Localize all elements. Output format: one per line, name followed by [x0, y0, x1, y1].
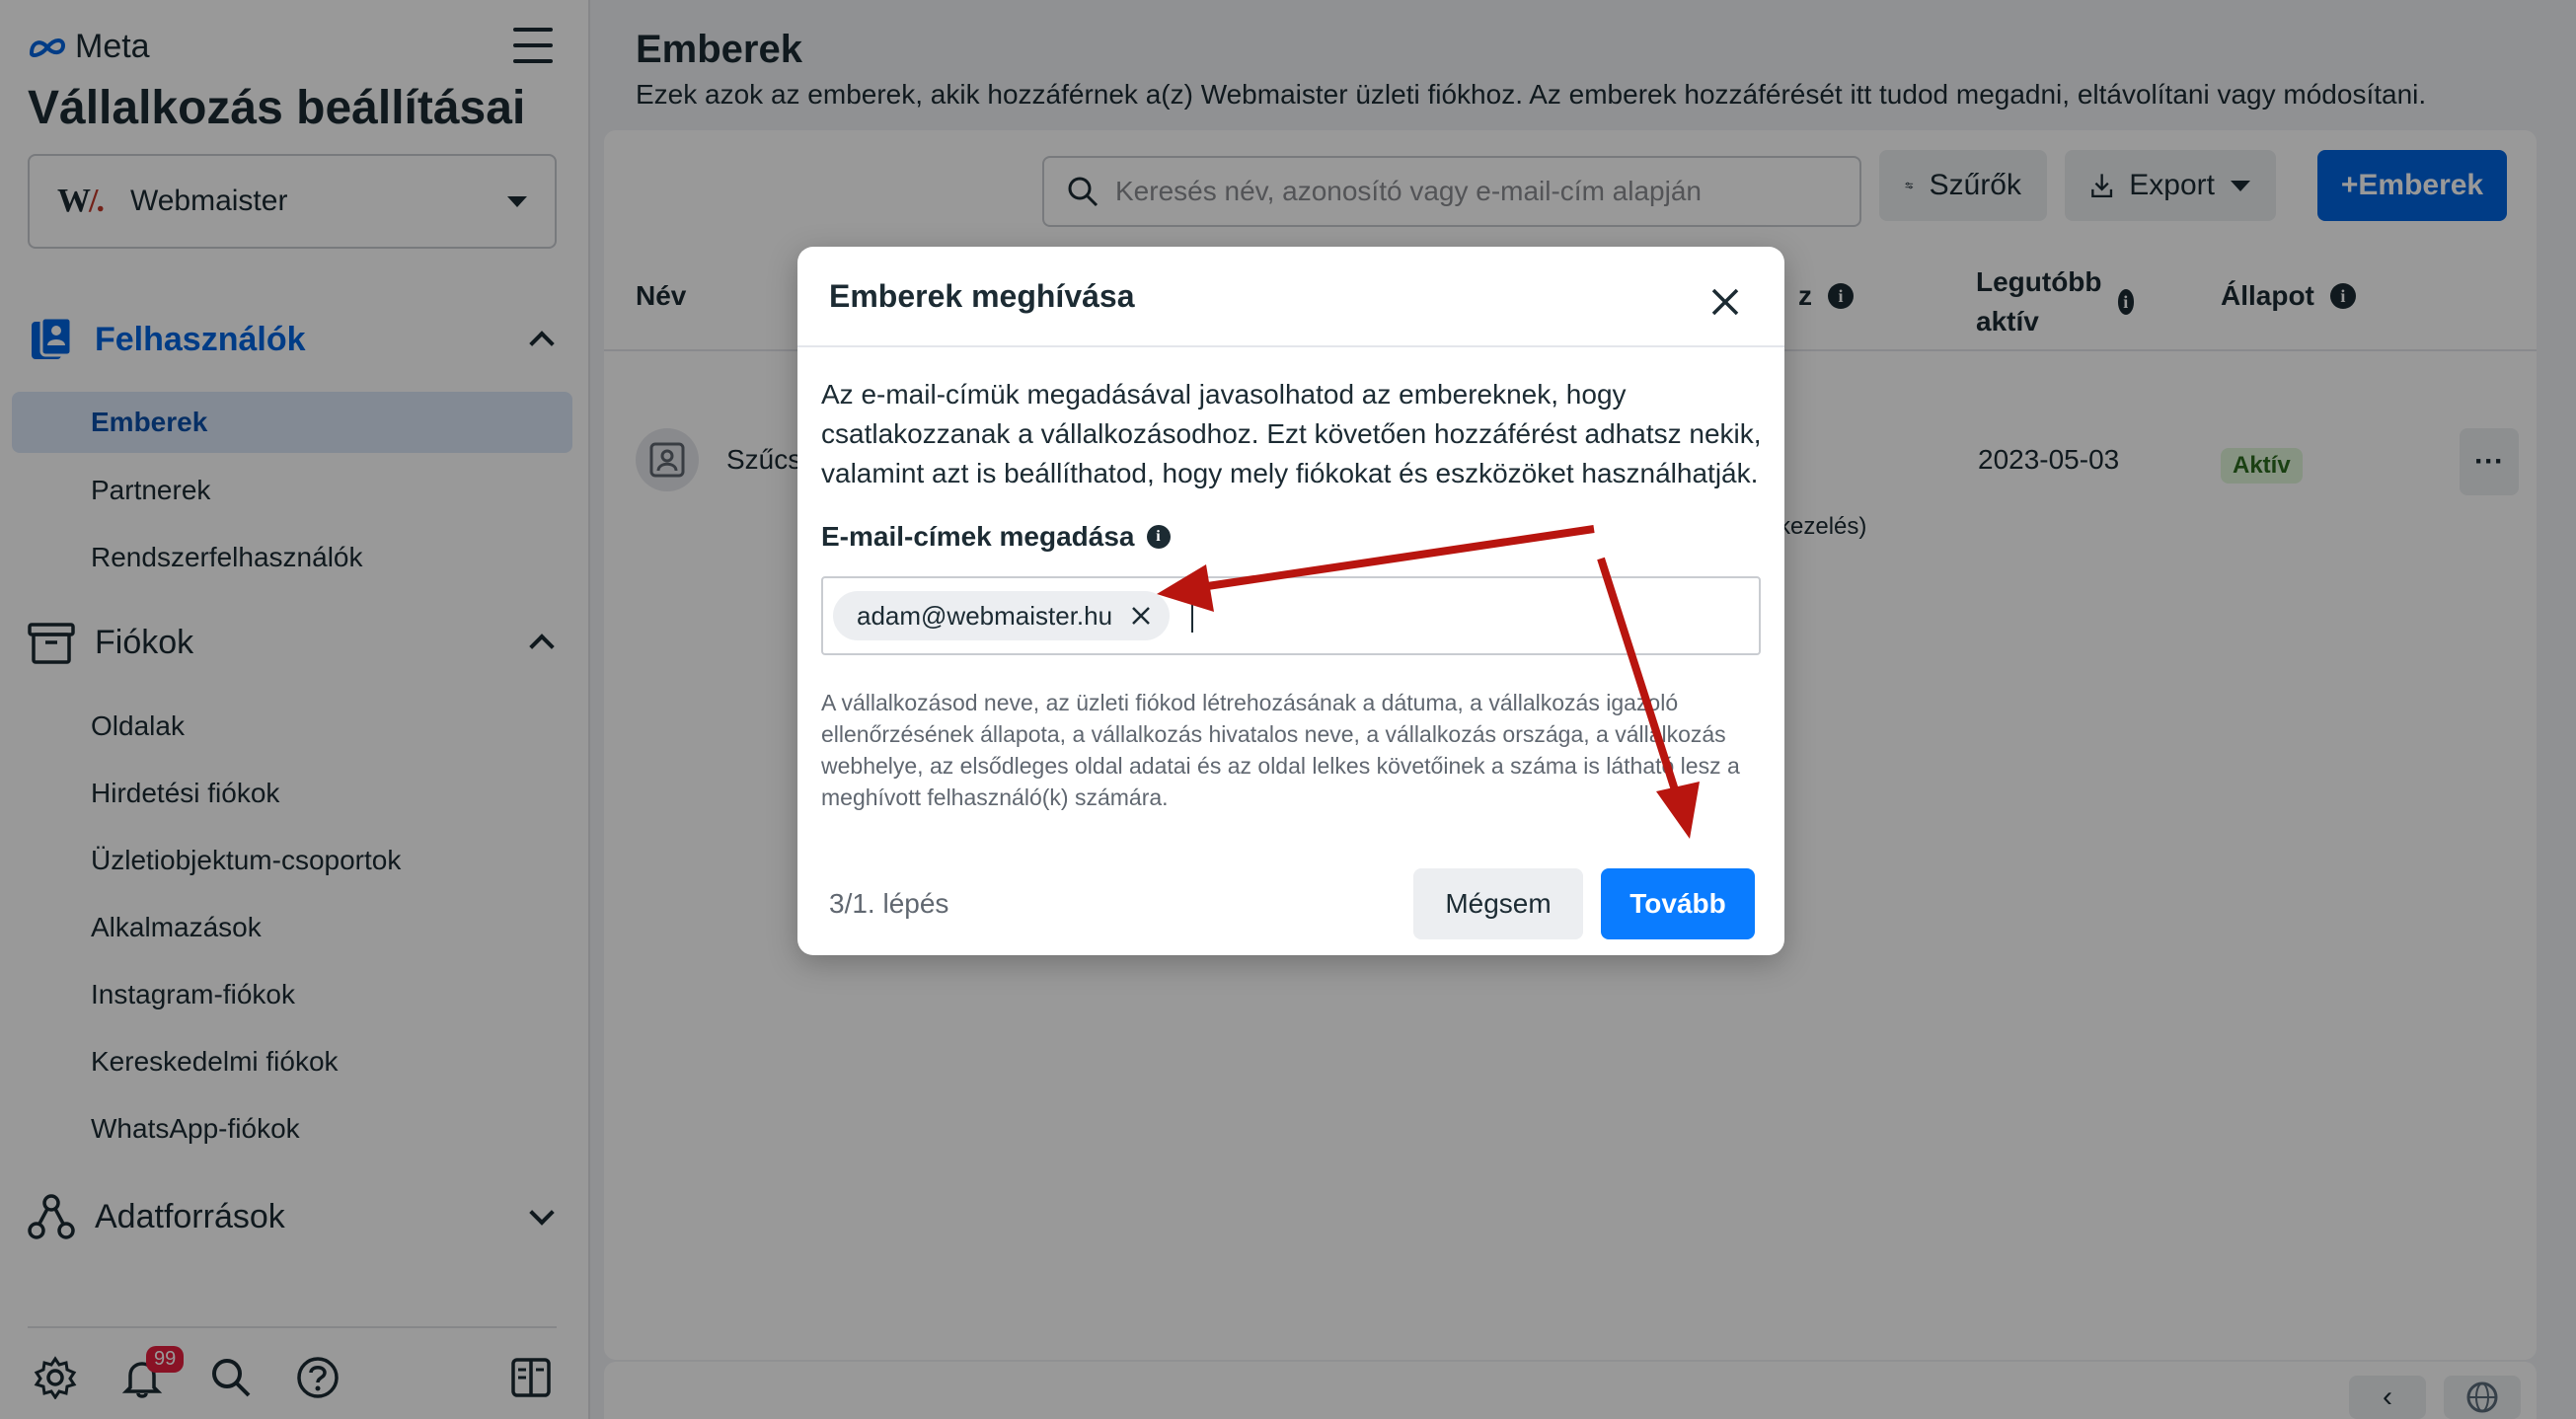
invite-people-dialog: Emberek meghívása Az e-mail-címük megadá…	[797, 247, 1784, 955]
dialog-description: Az e-mail-címük megadásával javasolhatod…	[821, 379, 1762, 488]
info-icon: i	[1146, 525, 1171, 549]
remove-chip-icon[interactable]	[1128, 603, 1154, 629]
email-chip-text: adam@webmaister.hu	[857, 600, 1113, 631]
cancel-button[interactable]: Mégsem	[1413, 868, 1583, 939]
email-field[interactable]: adam@webmaister.hu	[821, 576, 1761, 655]
email-field-label: E-mail-címek megadása i	[821, 521, 1171, 553]
dialog-divider	[797, 345, 1784, 347]
next-button[interactable]: Tovább	[1601, 868, 1755, 939]
dialog-title: Emberek meghívása	[829, 278, 1135, 314]
dialog-note: A vállalkozásod neve, az üzleti fiókod l…	[821, 690, 1740, 810]
email-chip: adam@webmaister.hu	[833, 591, 1171, 640]
step-indicator: 3/1. lépés	[829, 888, 949, 919]
text-cursor	[1191, 599, 1194, 633]
email-label-text: E-mail-címek megadása	[821, 521, 1135, 552]
close-icon[interactable]	[1705, 282, 1745, 322]
